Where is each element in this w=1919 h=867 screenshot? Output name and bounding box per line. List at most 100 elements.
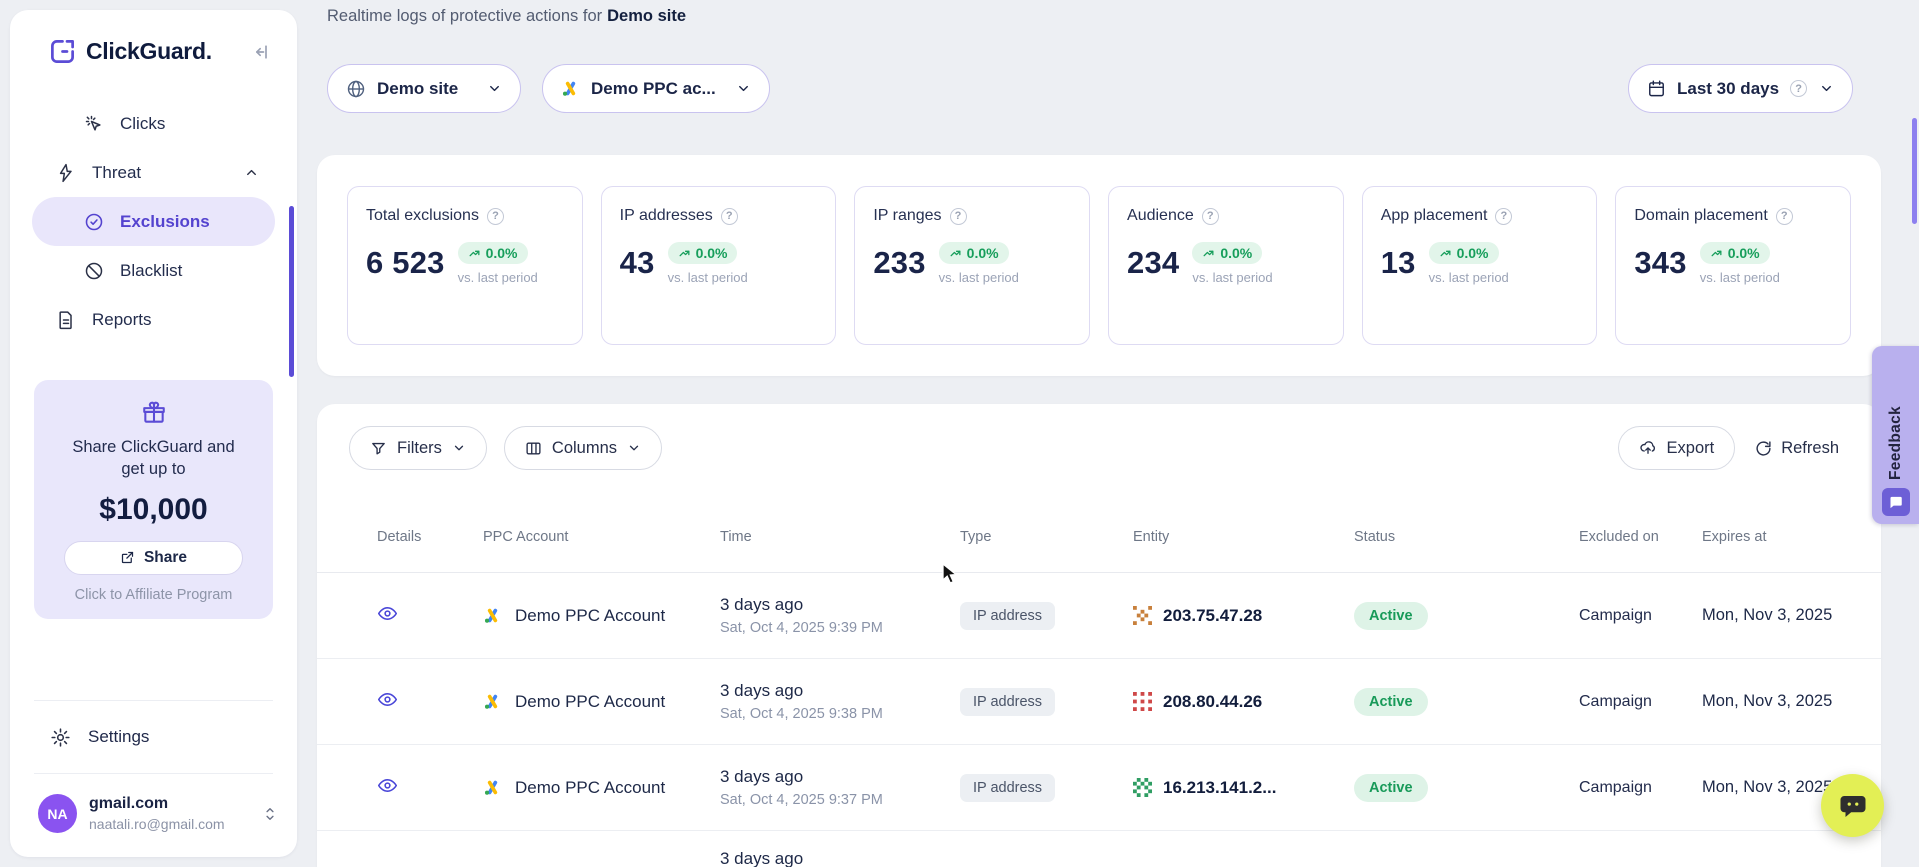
stat-ip-ranges: IP ranges? 233 0.0% vs. last period xyxy=(854,186,1090,345)
stat-caption: vs. last period xyxy=(1192,270,1272,285)
chevron-down-icon xyxy=(452,441,466,455)
google-ads-icon xyxy=(483,606,502,625)
clicks-icon xyxy=(84,114,104,134)
refresh-icon xyxy=(1755,440,1772,457)
trend-up-icon xyxy=(678,247,691,260)
stat-label: Total exclusions xyxy=(366,207,479,225)
export-label: Export xyxy=(1667,439,1715,458)
col-header-ppc-account: PPC Account xyxy=(483,528,720,548)
col-header-entity: Entity xyxy=(1133,528,1354,548)
delta-badge: 0.0% xyxy=(668,242,738,264)
help-icon[interactable]: ? xyxy=(950,208,967,225)
user-menu[interactable]: NA gmail.com naatali.ro@gmail.com xyxy=(10,788,297,833)
type-badge: IP address xyxy=(960,688,1055,716)
sidebar-item-settings[interactable]: Settings xyxy=(10,715,297,759)
nav-label-exclusions: Exclusions xyxy=(120,212,210,232)
page-subtitle: Realtime logs of protective actions forD… xyxy=(327,7,686,26)
sidebar-bottom: Settings NA gmail.com naatali.ro@gmail.c… xyxy=(10,686,297,833)
feedback-tab[interactable]: Feedback xyxy=(1872,346,1919,524)
refresh-button[interactable]: Refresh xyxy=(1745,426,1849,470)
divider xyxy=(34,700,273,701)
cell-time-relative: 3 days ago xyxy=(720,595,960,615)
stat-ip-addresses: IP addresses? 43 0.0% vs. last period xyxy=(601,186,837,345)
view-details-eye-icon[interactable] xyxy=(377,775,398,796)
col-header-expires-at: Expires at xyxy=(1702,528,1857,548)
stat-caption: vs. last period xyxy=(939,270,1019,285)
col-header-excluded-on: Excluded on xyxy=(1579,528,1659,548)
table-row: Demo PPC Account 3 days ago Sat, Oct 4, … xyxy=(317,659,1881,745)
cell-account: Demo PPC Account xyxy=(515,606,665,626)
cell-entity: 16.213.141.2... xyxy=(1163,778,1276,798)
col-header-time: Time xyxy=(720,528,960,548)
sidebar-item-blacklist[interactable]: Blacklist xyxy=(32,246,275,295)
refresh-label: Refresh xyxy=(1781,439,1839,458)
google-ads-icon xyxy=(561,79,580,98)
stat-caption: vs. last period xyxy=(458,270,538,285)
help-icon[interactable]: ? xyxy=(721,208,738,225)
export-button[interactable]: Export xyxy=(1618,426,1736,470)
collapse-sidebar-icon[interactable] xyxy=(251,42,271,62)
table-header-row: Details PPC Account Time Type Entity Sta… xyxy=(317,503,1881,573)
sidebar: ClickGuard. Clicks Threat xyxy=(10,10,297,857)
stat-app-placement: App placement? 13 0.0% vs. last period xyxy=(1362,186,1598,345)
columns-button[interactable]: Columns xyxy=(504,426,662,470)
subtitle-text: Realtime logs of protective actions for xyxy=(327,7,602,25)
trend-up-icon xyxy=(468,247,481,260)
sidebar-item-reports[interactable]: Reports xyxy=(32,295,275,344)
globe-icon xyxy=(346,79,366,99)
cell-excluded-on: Campaign xyxy=(1579,607,1702,625)
stat-caption: vs. last period xyxy=(1429,270,1509,285)
view-details-eye-icon[interactable] xyxy=(377,603,398,624)
page-scrollbar[interactable] xyxy=(1912,118,1917,224)
share-button[interactable]: Share xyxy=(64,541,243,575)
sidebar-item-exclusions[interactable]: Exclusions xyxy=(32,197,275,246)
filters-button[interactable]: Filters xyxy=(349,426,487,470)
nav-scrollbar[interactable] xyxy=(289,206,294,377)
cell-time-absolute: Sat, Oct 4, 2025 9:37 PM xyxy=(720,792,960,808)
export-cloud-icon xyxy=(1639,439,1657,457)
feedback-bubble-icon xyxy=(1882,488,1910,516)
site-selector[interactable]: Demo site xyxy=(327,64,521,113)
delta-badge: 0.0% xyxy=(1700,242,1770,264)
cell-entity: 203.75.47.28 xyxy=(1163,606,1262,626)
table-row: Demo PPC Account 3 days ago Sat, Oct 4, … xyxy=(317,573,1881,659)
entity-identicon xyxy=(1133,692,1152,711)
cell-expires-at: Mon, Nov 3, 2025 xyxy=(1702,692,1857,711)
type-badge: IP address xyxy=(960,774,1055,802)
google-ads-icon xyxy=(483,778,502,797)
delta-badge: 0.0% xyxy=(1429,242,1499,264)
help-icon[interactable]: ? xyxy=(1495,208,1512,225)
stat-domain-placement: Domain placement? 343 0.0% vs. last peri… xyxy=(1615,186,1851,345)
stat-value: 234 xyxy=(1127,245,1179,281)
help-icon[interactable]: ? xyxy=(1776,208,1793,225)
col-header-status: Status xyxy=(1354,528,1579,548)
chat-bubble-icon xyxy=(1838,791,1868,821)
stat-caption: vs. last period xyxy=(1700,270,1780,285)
sidebar-item-clicks[interactable]: Clicks xyxy=(32,99,275,148)
trend-up-icon xyxy=(949,247,962,260)
cell-time-relative: 3 days ago xyxy=(720,767,960,787)
gift-icon xyxy=(50,400,257,426)
help-icon[interactable]: ? xyxy=(1202,208,1219,225)
col-header-type: Type xyxy=(960,528,1133,548)
cell-time-absolute: Sat, Oct 4, 2025 9:38 PM xyxy=(720,706,960,722)
exclusions-table-card: Filters Columns Export Refresh Details P… xyxy=(317,404,1881,867)
cell-expires-at: Mon, Nov 3, 2025 xyxy=(1702,606,1857,625)
sidebar-item-threat[interactable]: Threat xyxy=(32,148,275,197)
stat-audience: Audience? 234 0.0% vs. last period xyxy=(1108,186,1344,345)
filter-icon xyxy=(370,440,387,457)
logo-row: ClickGuard. xyxy=(10,38,297,65)
view-details-eye-icon[interactable] xyxy=(377,689,398,710)
stat-label: IP ranges xyxy=(873,207,941,225)
columns-label: Columns xyxy=(552,439,617,458)
affiliate-link[interactable]: Click to Affiliate Program xyxy=(50,587,257,603)
col-header-details: Details xyxy=(377,528,483,548)
help-icon[interactable]: ? xyxy=(487,208,504,225)
entity-identicon xyxy=(1133,778,1152,797)
chevron-down-icon xyxy=(487,81,502,96)
table-row: Demo PPC Account 3 days ago Sat, Oct 4, … xyxy=(317,745,1881,831)
ppc-account-selector[interactable]: Demo PPC ac... xyxy=(542,64,770,113)
date-range-selector[interactable]: Last 30 days ? xyxy=(1628,64,1853,113)
chat-launcher-button[interactable] xyxy=(1821,774,1884,837)
cell-excluded-on: Campaign xyxy=(1579,779,1702,797)
